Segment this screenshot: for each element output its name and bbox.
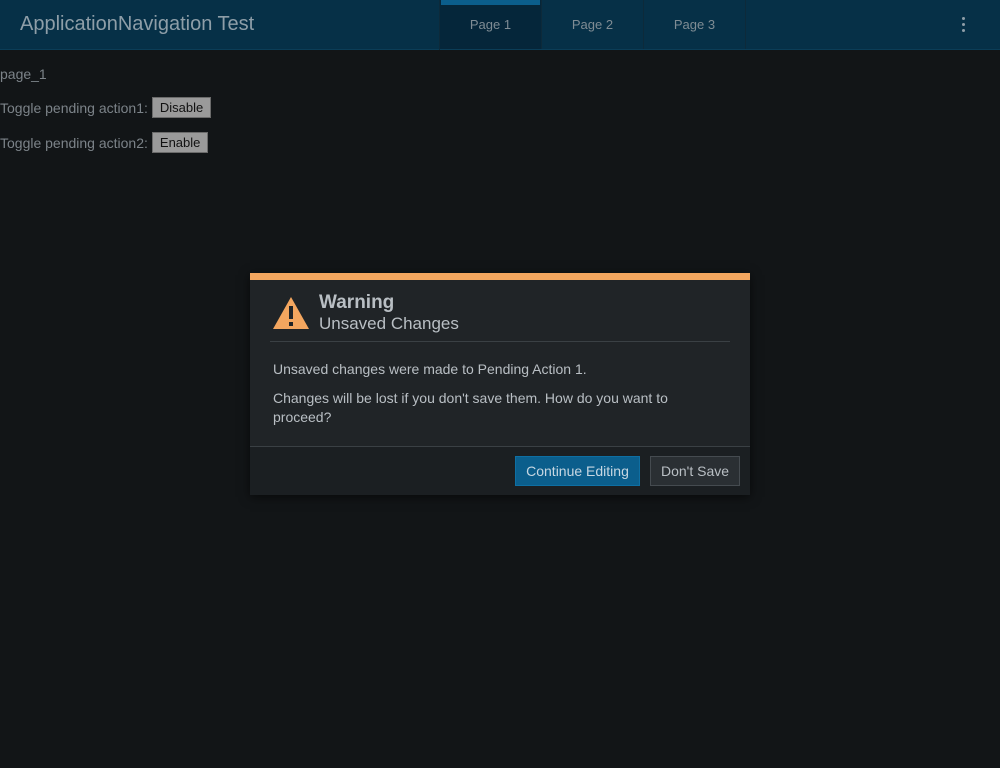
dialog-header: Warning Unsaved Changes [270, 280, 730, 342]
warning-icon [273, 297, 309, 329]
continue-editing-button[interactable]: Continue Editing [515, 456, 640, 486]
dialog-accent-bar [250, 273, 750, 280]
dialog-subtitle: Unsaved Changes [319, 314, 459, 333]
dialog-title: Warning [319, 292, 395, 313]
dialog-message-2: Changes will be lost if you don't save t… [273, 390, 668, 425]
dialog-footer: Continue Editing Don't Save [250, 446, 750, 495]
dialog-message-1: Unsaved changes were made to Pending Act… [273, 361, 587, 377]
dialog-body: Unsaved changes were made to Pending Act… [250, 342, 750, 428]
unsaved-changes-dialog: Warning Unsaved Changes Unsaved changes … [250, 273, 750, 495]
dont-save-button[interactable]: Don't Save [650, 456, 740, 486]
